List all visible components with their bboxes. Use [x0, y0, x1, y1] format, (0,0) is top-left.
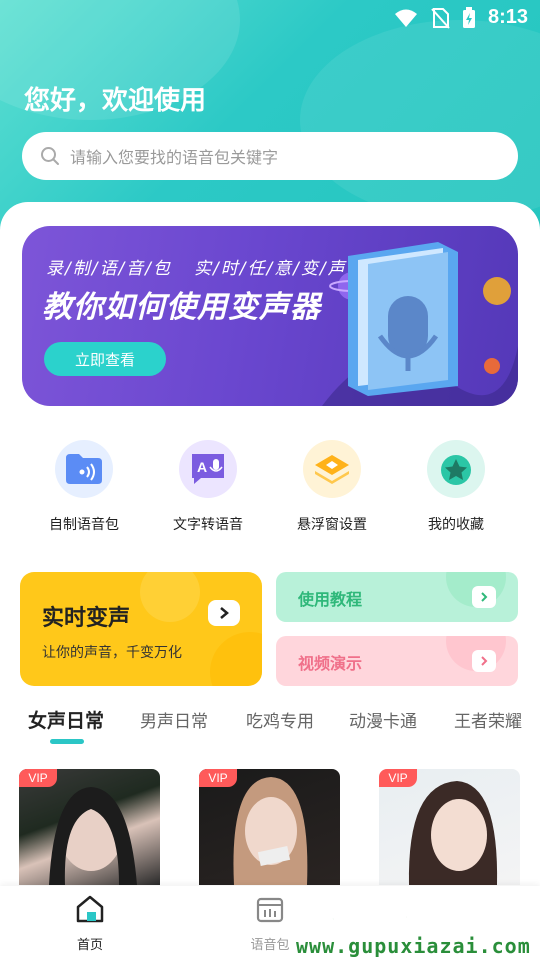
voice-pack-thumbnail[interactable]: VIP	[19, 769, 160, 885]
vip-badge: VIP	[199, 769, 237, 787]
quick-action-favorites[interactable]: 我的收藏	[406, 440, 506, 534]
watermark-title: 谷普软件园	[299, 894, 501, 940]
realtime-voice-subtitle: 让你的声音，千变万化	[42, 645, 182, 661]
tab-pubg[interactable]: 吃鸡专用	[246, 707, 314, 732]
chevron-right-icon	[472, 650, 496, 672]
voice-pack-thumbnail[interactable]: VIP	[379, 769, 520, 885]
tab-indicator	[50, 739, 84, 744]
quick-action-label: 文字转语音	[173, 517, 243, 533]
tab-female-daily[interactable]: 女声日常	[28, 706, 104, 733]
banner-title: 教你如何使用变声器	[42, 290, 321, 325]
tutorial-card[interactable]: 使用教程	[276, 572, 518, 622]
video-demo-card[interactable]: 视频演示	[276, 636, 518, 686]
realtime-voice-card[interactable]: 实时变声 让你的声音，千变万化	[20, 572, 262, 686]
quick-action-label: 我的收藏	[428, 517, 484, 533]
quick-action-float-window[interactable]: 悬浮窗设置	[282, 440, 382, 534]
status-bar: 8:13	[0, 0, 540, 36]
voice-pack-thumbnail[interactable]: VIP	[199, 769, 340, 885]
quick-action-label: 悬浮窗设置	[297, 517, 367, 533]
home-icon	[76, 895, 104, 923]
nav-home[interactable]: 首页	[50, 894, 130, 953]
folder-audio-icon	[66, 454, 102, 484]
search-icon	[41, 147, 59, 165]
search-placeholder: 请输入您要找的语音包关键字	[70, 148, 279, 167]
banner-subtitle-left: 录/制/语/音/包	[46, 259, 172, 279]
chevron-right-icon	[472, 586, 496, 608]
tab-male-daily[interactable]: 男声日常	[140, 707, 208, 732]
voice-pack-icon	[256, 897, 284, 923]
site-watermark: 谷普软件园 www.gupuxiazai.com	[296, 886, 540, 960]
realtime-voice-title: 实时变声	[42, 606, 131, 631]
no-sim-icon	[431, 7, 450, 29]
watermark-url: www.gupuxiazai.com	[296, 934, 531, 958]
quick-action-custom-voice[interactable]: 自制语音包	[34, 440, 134, 534]
quick-action-text-to-speech[interactable]: A 文字转语音	[158, 440, 258, 534]
vip-badge: VIP	[19, 769, 57, 787]
nav-home-label: 首页	[76, 938, 103, 953]
chevron-right-icon	[208, 600, 240, 626]
search-input[interactable]: 请输入您要找的语音包关键字	[22, 132, 518, 180]
promo-banner[interactable]: 录/制/语/音/包 实/时/任/意/变/声 教你如何使用变声器 立即查看	[22, 226, 518, 406]
text-to-speech-icon: A	[192, 454, 224, 484]
layers-icon	[315, 455, 349, 484]
battery-charging-icon	[462, 6, 475, 28]
banner-view-button[interactable]: 立即查看	[44, 342, 166, 376]
tab-anime[interactable]: 动漫卡通	[349, 707, 417, 732]
vip-badge: VIP	[379, 769, 417, 787]
tutorial-title: 使用教程	[298, 590, 363, 609]
wifi-icon	[394, 9, 417, 27]
star-icon	[441, 455, 471, 485]
quick-action-label: 自制语音包	[49, 517, 119, 533]
video-demo-title: 视频演示	[298, 654, 363, 673]
tab-honor-of-kings[interactable]: 王者荣耀	[454, 707, 522, 732]
greeting-title: 您好，欢迎使用	[24, 86, 207, 116]
mic-book-icon	[348, 242, 458, 396]
status-time: 8:13	[487, 6, 528, 28]
svg-text:A: A	[197, 459, 207, 475]
